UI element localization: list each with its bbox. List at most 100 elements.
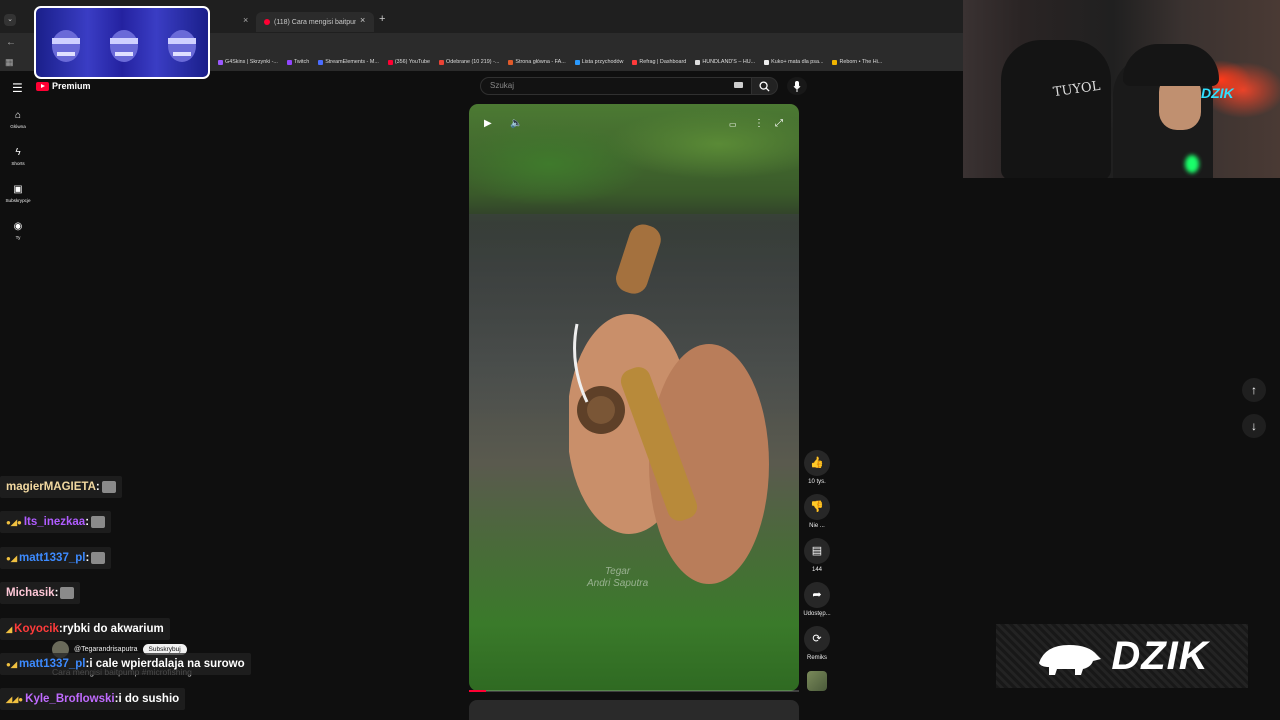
gaming-chair [1001, 40, 1111, 178]
menu-hamburger-icon[interactable]: ☰ [12, 81, 23, 95]
tab-active[interactable]: (118) Cara mengisi baitpump ✕ [256, 12, 374, 32]
sidebar-item-label: Subskrypcje [5, 198, 31, 203]
sidebar-item-home[interactable]: ⌂ Główna [0, 110, 36, 129]
sidebar-item-you[interactable]: ◉ Ty [0, 221, 36, 240]
bookmark-item[interactable]: StreamElements - M... [318, 56, 379, 68]
search-input[interactable]: Szukaj [480, 77, 752, 95]
chat-message: ●◢ matt1337_pl: i cale wpierdalaja na suro… [0, 653, 251, 675]
like-button[interactable]: 👍 10 tys. [803, 450, 831, 485]
chat-message: ◢◢● Kyle_Broflowski: i do sushio [0, 688, 186, 710]
bookmark-favicon-icon [387, 59, 393, 65]
chat-badges-icon: ●◢● [6, 517, 22, 527]
sidebar-item-subscriptions[interactable]: ▣ Subskrypcje [0, 184, 36, 203]
video-progress-bar[interactable] [469, 690, 799, 692]
chat-separator: : [54, 587, 59, 599]
comments-button[interactable]: ▤ 144 [803, 538, 831, 573]
previous-short-button[interactable]: ↑ [1242, 378, 1266, 402]
voice-search-button[interactable] [787, 77, 807, 95]
new-tab-button[interactable]: + [379, 13, 385, 25]
bookmark-label: Kuko+ mata dla psa... [771, 59, 824, 65]
bookmark-item[interactable]: Refrag | Dashboard [632, 56, 686, 68]
bookmark-item[interactable]: Kuko+ mata dla psa... [764, 56, 823, 68]
remix-button[interactable]: ⟳ Remiks [803, 626, 831, 661]
video-progress-fill [469, 690, 486, 692]
bookmark-favicon-icon [286, 59, 292, 65]
chat-text: i do sushio [118, 693, 180, 705]
bookmark-label: Reborn • The Hi... [839, 59, 883, 65]
bookmark-item[interactable]: Odebrane (10 219) -... [439, 56, 499, 68]
bookmark-label: HUNDLAND'S – HU... [702, 59, 756, 65]
tab-title: (118) Cara mengisi baitpump ✕ [274, 19, 356, 26]
action-label: Remiks [806, 655, 827, 661]
sidebar-item-label: Główna [10, 124, 26, 129]
stream-emote-overlay [34, 6, 210, 79]
bookmark-item[interactable]: Strona główna - FA... [508, 56, 566, 68]
bookmarks-bar: G4Skins | Skrzynki -... Twitch StreamEleme… [218, 56, 963, 68]
play-icon[interactable]: ▶ [484, 118, 492, 129]
tab-search-button[interactable]: ⌄ [4, 14, 16, 26]
next-short-button[interactable]: ↓ [1242, 414, 1266, 438]
bookmark-favicon-icon [508, 59, 514, 65]
chat-username: Michasik [6, 587, 55, 599]
share-button[interactable]: ➦ Udostęp... [803, 582, 831, 617]
bookmark-favicon-icon [574, 59, 580, 65]
share-icon: ➦ [804, 582, 830, 608]
chat-separator: : [85, 552, 90, 564]
brand-wordmark: DZIK [1111, 633, 1209, 678]
next-short-preview[interactable] [469, 700, 799, 720]
action-label: 10 tys. [808, 479, 826, 485]
fullscreen-icon[interactable]: ⤢ [775, 118, 783, 129]
captions-icon[interactable]: ▭ [729, 120, 737, 129]
shorts-icon: ϟ [15, 147, 21, 158]
bookmark-label: Twitch [293, 59, 310, 65]
back-arrow-icon[interactable]: ← [6, 37, 16, 48]
volume-icon[interactable]: 🔈 [510, 118, 522, 129]
action-label: Udostęp... [803, 611, 831, 617]
sidebar-item-shorts[interactable]: ϟ Shorts [0, 147, 36, 166]
remix-icon: ⟳ [804, 626, 830, 652]
comment-icon: ▤ [804, 538, 830, 564]
search-button[interactable] [752, 77, 778, 95]
youtube-favicon-icon [264, 19, 270, 25]
bookmark-item[interactable]: (356) YouTube [387, 56, 430, 68]
more-options-icon[interactable]: ⋮ [754, 118, 764, 129]
chat-text: i cale wpierdalaja na surowo [89, 658, 245, 670]
chat-username: Its_inezkaa [23, 516, 86, 528]
bookmark-label: Strona główna - FA... [515, 59, 566, 65]
bookmark-favicon-icon [832, 59, 838, 65]
bookmark-favicon-icon [764, 59, 770, 65]
sound-thumbnail[interactable] [807, 671, 827, 691]
bookmark-item[interactable]: Twitch [286, 56, 310, 68]
apps-grid-icon[interactable]: ▦ [5, 57, 14, 68]
chat-separator: : [85, 516, 90, 528]
shorts-video-player[interactable]: Tegar Andri Saputra ▶ 🔈 ▭ ⋮ ⤢ [469, 104, 799, 691]
close-tab-icon[interactable]: × [243, 15, 248, 25]
bookmark-item[interactable]: Lista przychodów [574, 56, 623, 68]
chat-emote-icon [91, 552, 106, 564]
bookmark-item[interactable]: HUNDLAND'S – HU... [695, 56, 755, 68]
bookmark-label: StreamElements - M... [325, 59, 379, 65]
chat-username: matt1337_pl [18, 658, 86, 670]
boar-icon [1039, 645, 1102, 675]
bookmark-item[interactable]: Reborn • The Hi... [832, 56, 882, 68]
chat-message: ◢ Koyocik: rybki do akwarium [0, 618, 170, 640]
chat-message: ●◢● Its_inezkaa: [0, 511, 112, 533]
youtube-logo[interactable]: Premium [36, 81, 91, 91]
home-icon: ⌂ [14, 110, 22, 121]
bookmark-favicon-icon [695, 59, 701, 65]
chat-emote-icon [60, 587, 75, 599]
youtube-play-icon [36, 81, 49, 91]
close-tab-icon[interactable]: × [360, 15, 365, 25]
chat-badges-icon: ◢◢● [6, 694, 24, 704]
author-name[interactable]: @Tegarandrisaputra [74, 646, 138, 653]
chat-separator: : [95, 481, 100, 493]
bookmark-item[interactable]: G4Skins | Skrzynki -... [218, 56, 278, 68]
streamer-cap [1123, 44, 1219, 86]
chat-text: rybki do akwarium [62, 623, 164, 635]
sidebar-item-label: Ty [15, 235, 21, 240]
dislike-button[interactable]: 👎 Nie ... [803, 494, 831, 529]
bookmark-label: Refrag | Dashboard [639, 59, 687, 65]
keyboard-icon[interactable] [734, 82, 743, 88]
chat-username: Kyle_Broflowski [25, 693, 115, 705]
chat-message: Michasik: [0, 582, 81, 604]
